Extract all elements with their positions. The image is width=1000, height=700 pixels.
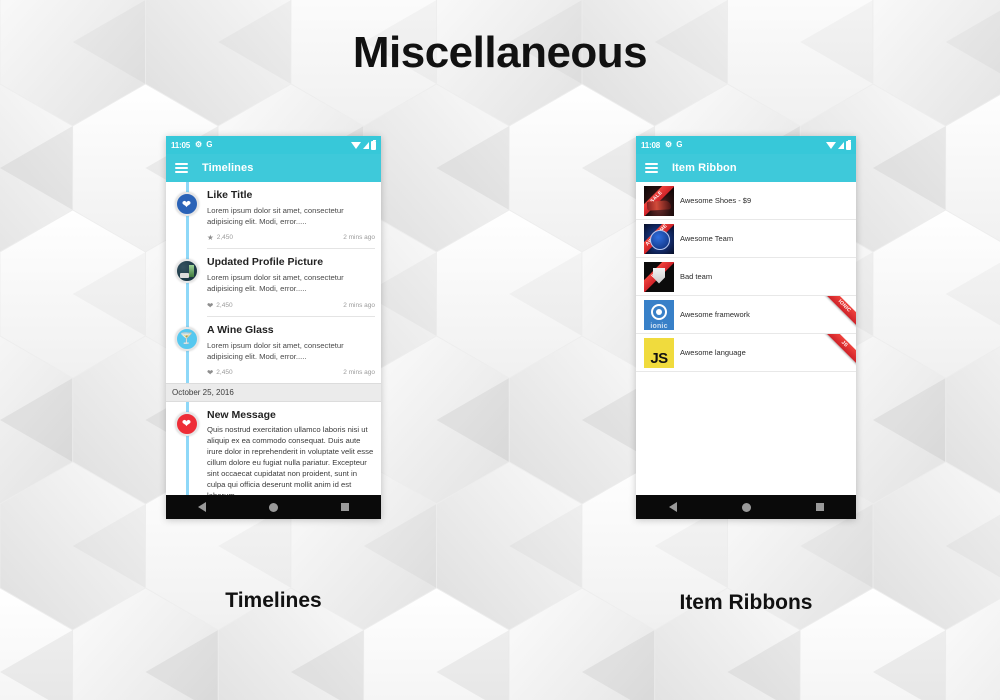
recents-icon[interactable] bbox=[341, 503, 350, 511]
product-thumbnail-shoes: SALE bbox=[644, 185, 674, 216]
meta-count: 2,450 bbox=[216, 301, 233, 309]
ionic-wordmark: ionic bbox=[650, 322, 668, 330]
status-time: 11:08 bbox=[641, 140, 661, 150]
list-item[interactable]: ionic Awesome framework IONIC bbox=[636, 296, 856, 334]
meta-count: 2,450 bbox=[216, 368, 233, 376]
home-icon[interactable] bbox=[268, 502, 278, 512]
phone-mockup-timelines: 11:05 ⚙ G Timelines ❤ Like Title Lorem i… bbox=[166, 136, 381, 519]
timeline-item-meta: ❤ 2,450 2 mins ago bbox=[207, 301, 375, 317]
list-item[interactable]: JS Awesome language JS bbox=[636, 334, 856, 372]
ribbon-badge: BAD bbox=[644, 261, 674, 292]
timeline-body: A Wine Glass Lorem ipsum dolor sit amet,… bbox=[207, 322, 381, 383]
timeline-group-bottom: ❤ New Message Quis nostrud exercitation … bbox=[166, 401, 381, 495]
timeline-content[interactable]: ❤ Like Title Lorem ipsum dolor sit amet,… bbox=[166, 182, 381, 495]
wifi-icon bbox=[351, 141, 361, 149]
timeline-item-title: New Message bbox=[207, 408, 276, 421]
android-nav-bar-right bbox=[636, 495, 856, 519]
ribbon-badge: AWESOME bbox=[644, 223, 674, 254]
app-bar-right: Item Ribbon bbox=[636, 154, 856, 182]
list-item-label: Awesome framework bbox=[680, 310, 750, 319]
app-bar-title: Timelines bbox=[202, 162, 254, 174]
timeline-item-text: Lorem ipsum dolor sit amet, consectetur … bbox=[207, 206, 344, 227]
wifi-icon bbox=[826, 141, 836, 149]
status-bar-right: 11:08 ⚙ G bbox=[636, 136, 856, 154]
timeline-item-title: Like Title bbox=[207, 189, 253, 201]
timeline-item[interactable]: ❤ New Message Quis nostrud exercitation … bbox=[166, 402, 381, 495]
list-item-label: Awesome Shoes - $9 bbox=[680, 196, 752, 205]
meta-time-ago: 2 mins ago bbox=[343, 301, 375, 309]
timeline-item[interactable]: 🍸 A Wine Glass Lorem ipsum dolor sit ame… bbox=[166, 317, 381, 383]
ribbon-list: SALE Awesome Shoes - $9 AWESOME Awesome … bbox=[636, 182, 856, 495]
timeline-body: Like Title Lorem ipsum dolor sit amet, c… bbox=[207, 187, 381, 250]
status-bar-left: 11:05 ⚙ G bbox=[166, 136, 381, 154]
app-bar-title: Item Ribbon bbox=[672, 162, 737, 174]
timeline-body: Updated Profile Picture Lorem ipsum dolo… bbox=[207, 254, 381, 317]
page-title: Miscellaneous bbox=[352, 28, 648, 77]
javascript-logo-icon: JS bbox=[644, 337, 674, 368]
app-bar-left: Timelines bbox=[166, 154, 381, 182]
timeline-item-text: Lorem ipsum dolor sit amet, consectetur … bbox=[207, 273, 344, 294]
timeline-body: New Message Quis nostrud exercitation ul… bbox=[207, 407, 381, 495]
timeline-bullet-column bbox=[166, 254, 207, 316]
timeline-item[interactable]: Updated Profile Picture Lorem ipsum dolo… bbox=[166, 249, 381, 317]
heart-icon: ❤ bbox=[207, 300, 214, 310]
photo-thumbnail-icon bbox=[174, 259, 199, 284]
meta-time-ago: 2 mins ago bbox=[343, 234, 375, 242]
home-icon[interactable] bbox=[741, 502, 751, 512]
gear-icon: ⚙ bbox=[195, 140, 203, 149]
status-time: 11:05 bbox=[171, 140, 191, 150]
timeline-item-text: Quis nostrud exercitation ullamco labori… bbox=[207, 424, 374, 495]
timeline-item[interactable]: ❤ Like Title Lorem ipsum dolor sit amet,… bbox=[166, 182, 381, 250]
list-item[interactable]: BAD Bad team bbox=[636, 258, 856, 296]
meta-count: 2,450 bbox=[216, 234, 234, 242]
back-icon[interactable] bbox=[668, 502, 677, 512]
list-item-label: Awesome Team bbox=[680, 234, 734, 243]
list-item[interactable]: AWESOME Awesome Team bbox=[636, 220, 856, 258]
google-g-icon: G bbox=[206, 140, 213, 149]
android-nav-bar-left bbox=[166, 495, 381, 519]
heart-icon: ❤ bbox=[174, 411, 199, 436]
ribbon-badge: IONIC bbox=[821, 296, 856, 330]
list-item-label: Bad team bbox=[680, 272, 713, 281]
hamburger-icon[interactable] bbox=[175, 163, 188, 173]
timeline-item-meta: ❤ 2,450 2 mins ago bbox=[207, 368, 375, 383]
product-thumbnail-team-awesome: AWESOME bbox=[644, 223, 674, 254]
product-thumbnail-team-bad: BAD bbox=[644, 261, 674, 292]
timeline-bullet-column: ❤ bbox=[166, 407, 207, 495]
caption-timelines: Timelines bbox=[225, 589, 322, 612]
ribbon-list-content[interactable]: SALE Awesome Shoes - $9 AWESOME Awesome … bbox=[636, 182, 856, 495]
list-item[interactable]: SALE Awesome Shoes - $9 bbox=[636, 182, 856, 220]
meta-time-ago: 2 mins ago bbox=[343, 368, 375, 376]
timeline-bullet-column: 🍸 bbox=[166, 322, 207, 383]
heart-icon: ❤ bbox=[207, 367, 214, 377]
timeline-item-title: A Wine Glass bbox=[207, 323, 274, 336]
star-icon: ★ bbox=[207, 233, 214, 243]
battery-icon bbox=[371, 139, 376, 150]
list-item-label: Awesome language bbox=[680, 348, 746, 357]
timeline-item-text: Lorem ipsum dolor sit amet, consectetur … bbox=[207, 340, 344, 361]
battery-icon bbox=[846, 139, 851, 150]
back-icon[interactable] bbox=[197, 502, 206, 512]
timeline-bullet-column: ❤ bbox=[166, 187, 207, 249]
timeline-date-divider: October 25, 2016 bbox=[166, 382, 381, 402]
phone-mockup-item-ribbons: 11:08 ⚙ G Item Ribbon SALE Awesome Shoes… bbox=[636, 136, 856, 519]
timeline-item-meta: ★ 2,450 2 mins ago bbox=[207, 233, 375, 250]
caption-item-ribbons: Item Ribbons bbox=[679, 591, 813, 614]
hamburger-icon[interactable] bbox=[645, 163, 658, 173]
ribbon-badge: JS bbox=[821, 334, 856, 368]
recents-icon[interactable] bbox=[815, 503, 824, 511]
wine-glass-icon: 🍸 bbox=[174, 326, 199, 351]
timeline-item-title: Updated Profile Picture bbox=[207, 256, 324, 269]
signal-icon bbox=[363, 141, 369, 149]
ionic-dot bbox=[656, 308, 662, 315]
gear-icon: ⚙ bbox=[665, 140, 673, 149]
ionic-logo-icon: ionic bbox=[644, 299, 674, 330]
google-g-icon: G bbox=[676, 140, 683, 149]
signal-icon bbox=[838, 141, 844, 149]
heart-icon: ❤ bbox=[174, 192, 199, 216]
ribbon-badge: SALE bbox=[644, 185, 674, 216]
timeline-group-top: ❤ Like Title Lorem ipsum dolor sit amet,… bbox=[166, 182, 381, 383]
